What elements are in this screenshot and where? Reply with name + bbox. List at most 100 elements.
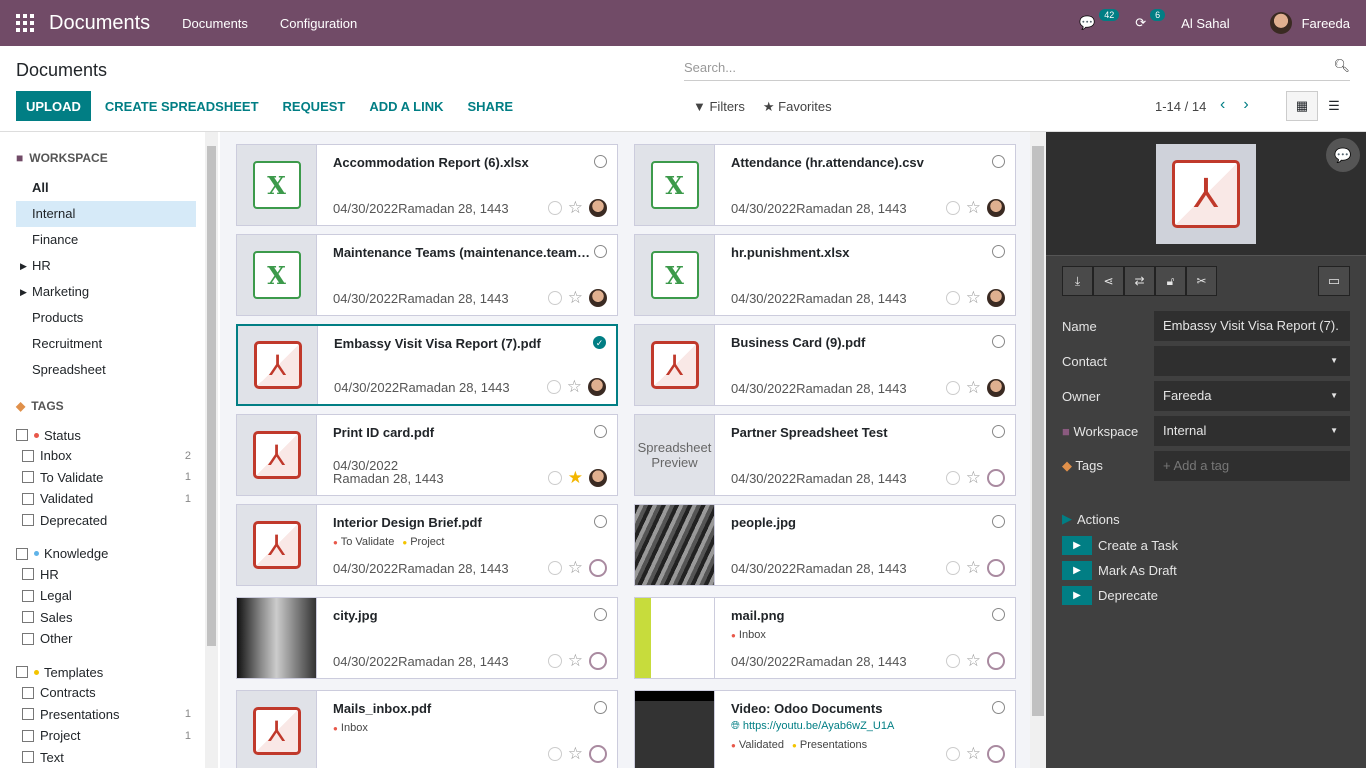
activity-clock-icon[interactable] [945,747,960,761]
select-checkbox[interactable] [594,701,607,714]
share-icon[interactable]: ⋖ [1093,266,1124,296]
kanban-view-icon[interactable]: ▦ [1286,91,1318,121]
checkbox[interactable] [22,729,34,742]
favorite-star-icon[interactable]: ☆ [966,745,981,762]
activity-clock-icon[interactable] [945,471,960,485]
favorite-star-icon[interactable]: ★ [568,469,583,486]
checkbox[interactable] [16,429,28,441]
document-thumbnail[interactable] [237,598,317,678]
document-card[interactable]: X Maintenance Teams (maintenance.team).xl… [236,234,618,316]
document-card[interactable]: ⅄ Print ID card.pdf 04/30/2022 Ramadan 28, … [236,414,618,496]
messages-icon[interactable]: 💬 [1079,15,1095,31]
split-icon[interactable]: ✂ [1186,266,1217,296]
checkbox[interactable] [22,492,34,505]
tag-validated[interactable]: Validated 1 [22,489,191,509]
favorites-button[interactable]: ★ Favorites [763,99,832,115]
favorite-star-icon[interactable]: ☆ [567,378,582,395]
document-thumbnail[interactable] [635,598,715,678]
document-thumbnail[interactable]: ⅄ [237,415,317,495]
pager-value[interactable]: 1-14 / 14 [1155,99,1206,114]
document-card[interactable]: ⅄ Business Card (9).pdf 04/30/2022Ramadan … [634,324,1016,406]
action-deprecate[interactable]: ▶ Deprecate [1062,585,1312,605]
expand-caret-icon[interactable]: ▶ [20,253,27,279]
workspace-finance[interactable]: Finance [16,227,196,253]
workspace-recruitment[interactable]: Recruitment [16,331,196,357]
workspace-spreadsheet[interactable]: Spreadsheet [16,357,196,383]
activity-clock-icon[interactable] [547,561,562,575]
document-url-link[interactable]: 🌐︎ https://youtu.be/Ayab6wZ_U1A [731,720,999,733]
activity-clock-icon[interactable] [547,747,562,761]
document-preview[interactable]: ⅄ [1156,144,1256,244]
select-checkbox[interactable] [992,335,1005,348]
activities-icon[interactable]: ⟳ [1135,15,1146,31]
activity-clock-icon[interactable] [945,654,960,668]
document-card[interactable]: Video: Odoo Documents 🌐︎ https://youtu.be… [634,690,1016,768]
replace-icon[interactable]: ⇄ [1124,266,1155,296]
tag-group-status[interactable]: Status [16,425,191,445]
document-card[interactable]: ⅄ Mails_inbox.pdf ● Inbox ☆ [236,690,618,768]
checkbox[interactable] [22,449,34,462]
document-thumbnail[interactable]: ⅄ [238,326,318,404]
list-view-icon[interactable]: ☰ [1318,91,1350,121]
activity-clock-icon[interactable] [945,291,960,305]
tag-project[interactable]: Project 1 [22,726,191,746]
tag-deprecated[interactable]: Deprecated [22,510,191,530]
archive-icon[interactable]: ▭ [1318,266,1350,296]
favorite-star-icon[interactable]: ☆ [568,289,583,306]
play-icon[interactable]: ▶ [1062,535,1092,555]
select-checkbox[interactable] [992,425,1005,438]
select-checkbox[interactable] [992,701,1005,714]
tag-inbox[interactable]: Inbox 2 [22,446,191,466]
tag-contracts[interactable]: Contracts [22,683,191,703]
checkbox[interactable] [22,471,34,483]
pager-previous-icon[interactable]: ‹ [1220,96,1225,114]
pager-next-icon[interactable]: › [1243,96,1248,114]
chatter-icon[interactable]: 💬 [1326,138,1360,172]
document-card[interactable]: Xhr.punishment.xlsx 04/30/2022Ramadan 28,… [634,234,1016,316]
favorite-star-icon[interactable]: ☆ [568,199,583,216]
activity-clock-icon[interactable] [546,380,561,394]
download-icon[interactable]: ⤓ [1062,266,1093,296]
select-checkbox[interactable] [594,155,607,168]
action-create-a-task[interactable]: ▶ Create a Task [1062,535,1312,555]
document-card[interactable]: X Attendance (hr.attendance).csv 04/30/202… [634,144,1016,226]
checkbox[interactable] [22,568,34,580]
company-switcher[interactable]: Al Sahal [1181,16,1229,31]
favorite-star-icon[interactable]: ☆ [966,469,981,486]
checkbox[interactable] [16,666,28,678]
document-card[interactable]: city.jpg 04/30/2022Ramadan 28, 1443 ☆ [236,597,618,679]
user-avatar[interactable] [1269,12,1292,34]
menu-documents[interactable]: Documents [182,16,248,31]
activity-clock-icon[interactable] [945,201,960,215]
expand-caret-icon[interactable]: ▶ [20,279,27,305]
document-thumbnail[interactable]: ⅄ [635,325,715,405]
tags-input[interactable]: + Add a tag [1154,451,1350,481]
action-mark-as-draft[interactable]: ▶ Mark As Draft [1062,560,1312,580]
dropdown-caret-icon[interactable]: ▼ [1330,416,1338,446]
document-thumbnail[interactable] [635,505,715,585]
sidebar-scrollbar[interactable] [205,132,218,768]
checkbox[interactable] [22,632,34,645]
document-thumbnail[interactable]: X [635,235,715,315]
play-icon[interactable]: ▶ [1062,560,1092,580]
favorite-star-icon[interactable]: ☆ [966,559,981,576]
document-card[interactable]: mail.png ● Inbox 04/30/2022Ramadan 28, 144… [634,597,1016,679]
select-checkbox[interactable] [594,425,607,438]
select-checkbox[interactable] [992,155,1005,168]
document-thumbnail[interactable]: X [237,235,317,315]
favorite-star-icon[interactable]: ☆ [966,199,981,216]
checkbox[interactable] [22,708,34,720]
select-checkbox[interactable] [992,515,1005,528]
user-menu[interactable]: Fareeda [1302,16,1350,31]
activity-clock-icon[interactable] [547,201,562,215]
menu-configuration[interactable]: Configuration [280,16,357,31]
document-thumbnail[interactable] [635,691,715,768]
checkbox[interactable] [16,547,28,560]
checkbox[interactable] [22,611,34,623]
contact-input[interactable]: ▼ [1154,346,1350,376]
document-card[interactable]: people.jpg 04/30/2022Ramadan 28, 1443 ☆ [634,504,1016,586]
search-icon[interactable]: 🔍︎ [1333,58,1350,74]
select-checkbox[interactable]: ✓ [593,336,606,349]
checkbox[interactable] [22,686,34,699]
tag-to-validate[interactable]: To Validate 1 [22,467,191,487]
